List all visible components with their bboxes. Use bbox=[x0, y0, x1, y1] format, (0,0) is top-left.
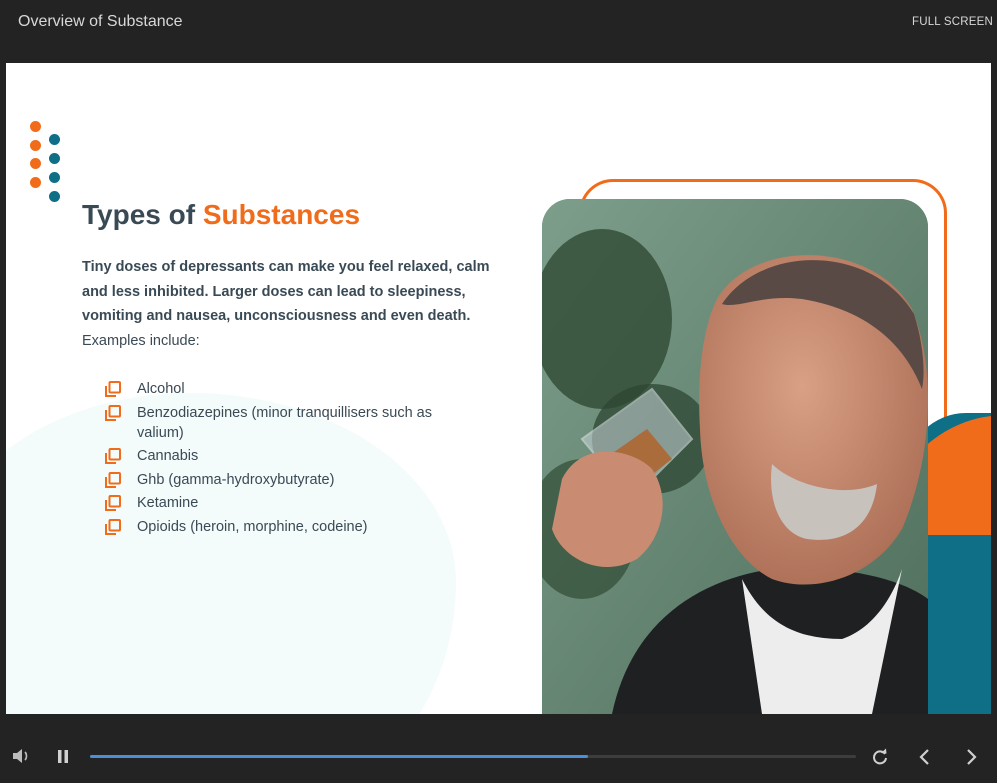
list-item-text: Alcohol bbox=[137, 381, 185, 397]
slide-canvas: Types of Substances Tiny doses of depres… bbox=[6, 63, 991, 714]
progress-fill bbox=[90, 755, 588, 758]
examples-list: Alcohol Benzodiazepines (minor tranquill… bbox=[104, 379, 464, 540]
course-title: Overview of Substance bbox=[18, 13, 183, 30]
copy-icon bbox=[105, 448, 121, 464]
chevron-left-icon[interactable] bbox=[918, 749, 930, 770]
top-bar: Overview of Substance FULL SCREEN bbox=[0, 0, 997, 63]
teal-dot bbox=[49, 153, 60, 164]
teal-dot bbox=[49, 191, 60, 202]
list-item-text: Cannabis bbox=[137, 448, 199, 464]
player-controls bbox=[0, 714, 997, 783]
copy-icon bbox=[105, 404, 121, 421]
list-item-text: Opioids (heroin, morphine, codeine) bbox=[137, 518, 368, 535]
heading-accent: Substances bbox=[202, 199, 361, 230]
list-item: Ketamine bbox=[104, 493, 464, 513]
heading-prefix: Types of bbox=[82, 199, 203, 230]
list-item-text: Ghb (gamma-hydroxybutyrate) bbox=[137, 471, 335, 488]
intro-bold-text: Tiny doses of depressants can make you f… bbox=[82, 259, 490, 324]
list-item-text: Benzodiazepines (minor tranquillisers su… bbox=[137, 404, 432, 441]
list-item: Alcohol bbox=[104, 379, 464, 399]
copy-icon bbox=[105, 518, 121, 535]
course-player: Overview of Substance FULL SCREEN Types … bbox=[0, 0, 997, 783]
copy-icon bbox=[105, 381, 121, 397]
copy-icon bbox=[105, 471, 121, 488]
teal-dot bbox=[49, 134, 60, 145]
volume-icon[interactable] bbox=[12, 748, 30, 769]
orange-dot bbox=[30, 158, 41, 169]
pause-icon[interactable] bbox=[57, 749, 69, 769]
orange-dot bbox=[30, 121, 41, 132]
teal-dot bbox=[49, 172, 60, 183]
photo-illustration bbox=[542, 199, 928, 714]
list-item-text: Ketamine bbox=[137, 495, 199, 511]
intro-regular-text: Examples include: bbox=[82, 332, 200, 349]
slide-heading: Types of Substances bbox=[82, 199, 360, 231]
fullscreen-button[interactable]: FULL SCREEN bbox=[912, 16, 993, 28]
progress-bar[interactable] bbox=[90, 755, 856, 758]
list-item: Benzodiazepines (minor tranquillisers su… bbox=[104, 403, 464, 443]
copy-icon bbox=[105, 495, 121, 511]
orange-dot bbox=[30, 140, 41, 151]
intro-paragraph: Tiny doses of depressants can make you f… bbox=[82, 255, 492, 353]
list-item: Ghb (gamma-hydroxybutyrate) bbox=[104, 470, 464, 490]
man-drinking-whisky-photo bbox=[542, 199, 928, 714]
replay-icon[interactable] bbox=[872, 748, 888, 770]
list-item: Opioids (heroin, morphine, codeine) bbox=[104, 517, 464, 537]
chevron-right-icon[interactable] bbox=[966, 749, 978, 770]
orange-dot bbox=[30, 177, 41, 188]
list-item: Cannabis bbox=[104, 446, 464, 466]
